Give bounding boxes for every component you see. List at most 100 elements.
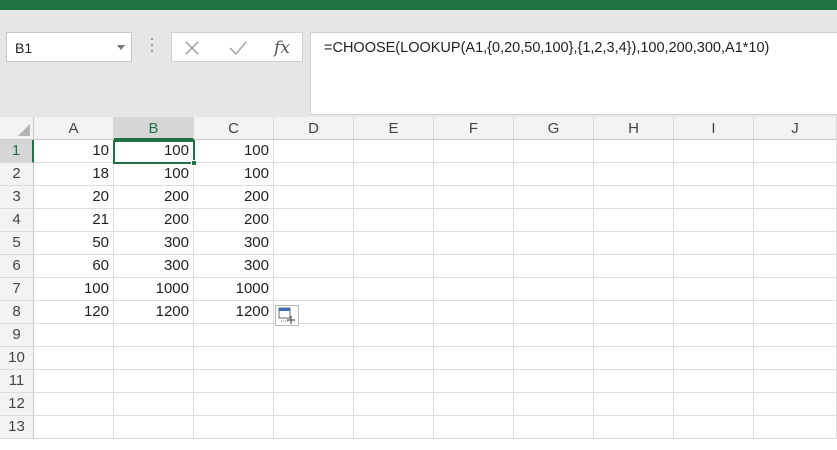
column-header-a[interactable]: A <box>34 117 114 140</box>
cell-h10[interactable] <box>594 347 674 370</box>
cell-e8[interactable] <box>354 301 434 324</box>
cell-d1[interactable] <box>274 140 354 163</box>
cell-b4[interactable]: 200 <box>114 209 194 232</box>
cell-b5[interactable]: 300 <box>114 232 194 255</box>
cell-a6[interactable]: 60 <box>34 255 114 278</box>
cell-j5[interactable] <box>754 232 837 255</box>
cell-e1[interactable] <box>354 140 434 163</box>
cell-i9[interactable] <box>674 324 754 347</box>
paste-options-icon[interactable] <box>275 305 299 326</box>
column-header-d[interactable]: D <box>274 117 354 140</box>
cell-f6[interactable] <box>434 255 514 278</box>
row-header-3[interactable]: 3 <box>0 186 34 209</box>
cell-f13[interactable] <box>434 416 514 439</box>
cell-j13[interactable] <box>754 416 837 439</box>
cell-d13[interactable] <box>274 416 354 439</box>
row-header-6[interactable]: 6 <box>0 255 34 278</box>
row-header-1[interactable]: 1 <box>0 140 34 163</box>
cell-e12[interactable] <box>354 393 434 416</box>
cell-g13[interactable] <box>514 416 594 439</box>
cell-b7[interactable]: 1000 <box>114 278 194 301</box>
cell-i13[interactable] <box>674 416 754 439</box>
cell-g3[interactable] <box>514 186 594 209</box>
cell-c10[interactable] <box>194 347 274 370</box>
cell-f11[interactable] <box>434 370 514 393</box>
cell-i3[interactable] <box>674 186 754 209</box>
cell-c5[interactable]: 300 <box>194 232 274 255</box>
cell-g7[interactable] <box>514 278 594 301</box>
cell-a11[interactable] <box>34 370 114 393</box>
column-header-h[interactable]: H <box>594 117 674 140</box>
cell-h11[interactable] <box>594 370 674 393</box>
row-header-4[interactable]: 4 <box>0 209 34 232</box>
cell-d10[interactable] <box>274 347 354 370</box>
column-header-c[interactable]: C <box>194 117 274 140</box>
cell-c11[interactable] <box>194 370 274 393</box>
cell-c4[interactable]: 200 <box>194 209 274 232</box>
cell-h6[interactable] <box>594 255 674 278</box>
cell-g10[interactable] <box>514 347 594 370</box>
cell-d7[interactable] <box>274 278 354 301</box>
cell-a5[interactable]: 50 <box>34 232 114 255</box>
cell-h2[interactable] <box>594 163 674 186</box>
row-header-8[interactable]: 8 <box>0 301 34 324</box>
cell-g5[interactable] <box>514 232 594 255</box>
cell-e5[interactable] <box>354 232 434 255</box>
cell-f10[interactable] <box>434 347 514 370</box>
cell-i10[interactable] <box>674 347 754 370</box>
cell-i11[interactable] <box>674 370 754 393</box>
cell-h4[interactable] <box>594 209 674 232</box>
cell-e2[interactable] <box>354 163 434 186</box>
cell-g12[interactable] <box>514 393 594 416</box>
cell-d9[interactable] <box>274 324 354 347</box>
cell-b8[interactable]: 1200 <box>114 301 194 324</box>
cell-c6[interactable]: 300 <box>194 255 274 278</box>
cell-b6[interactable]: 300 <box>114 255 194 278</box>
column-header-f[interactable]: F <box>434 117 514 140</box>
cell-b3[interactable]: 200 <box>114 186 194 209</box>
cell-j11[interactable] <box>754 370 837 393</box>
cell-e3[interactable] <box>354 186 434 209</box>
row-header-5[interactable]: 5 <box>0 232 34 255</box>
cell-c7[interactable]: 1000 <box>194 278 274 301</box>
cell-f12[interactable] <box>434 393 514 416</box>
cell-e10[interactable] <box>354 347 434 370</box>
cell-d11[interactable] <box>274 370 354 393</box>
column-header-e[interactable]: E <box>354 117 434 140</box>
row-header-9[interactable]: 9 <box>0 324 34 347</box>
cell-c8[interactable]: 1200 <box>194 301 274 324</box>
cell-j8[interactable] <box>754 301 837 324</box>
cell-i7[interactable] <box>674 278 754 301</box>
cell-a2[interactable]: 18 <box>34 163 114 186</box>
cell-a9[interactable] <box>34 324 114 347</box>
cell-g1[interactable] <box>514 140 594 163</box>
cell-a7[interactable]: 100 <box>34 278 114 301</box>
cell-b10[interactable] <box>114 347 194 370</box>
row-header-10[interactable]: 10 <box>0 347 34 370</box>
cell-f8[interactable] <box>434 301 514 324</box>
cell-d5[interactable] <box>274 232 354 255</box>
cell-f1[interactable] <box>434 140 514 163</box>
fx-insert-function-button[interactable]: fx <box>270 37 294 59</box>
formula-input[interactable]: =CHOOSE(LOOKUP(A1,{0,20,50,100},{1,2,3,4… <box>310 32 837 115</box>
cell-g8[interactable] <box>514 301 594 324</box>
column-header-i[interactable]: I <box>674 117 754 140</box>
row-header-13[interactable]: 13 <box>0 416 34 439</box>
cell-c2[interactable]: 100 <box>194 163 274 186</box>
grip-dots-icon[interactable] <box>150 38 154 56</box>
cell-f4[interactable] <box>434 209 514 232</box>
cell-j1[interactable] <box>754 140 837 163</box>
cell-j6[interactable] <box>754 255 837 278</box>
cell-j7[interactable] <box>754 278 837 301</box>
cell-j10[interactable] <box>754 347 837 370</box>
cell-f7[interactable] <box>434 278 514 301</box>
cell-h1[interactable] <box>594 140 674 163</box>
cell-d2[interactable] <box>274 163 354 186</box>
cell-i6[interactable] <box>674 255 754 278</box>
cell-g4[interactable] <box>514 209 594 232</box>
cell-f9[interactable] <box>434 324 514 347</box>
cell-h13[interactable] <box>594 416 674 439</box>
cell-h12[interactable] <box>594 393 674 416</box>
cell-h8[interactable] <box>594 301 674 324</box>
x-icon[interactable] <box>180 37 204 59</box>
